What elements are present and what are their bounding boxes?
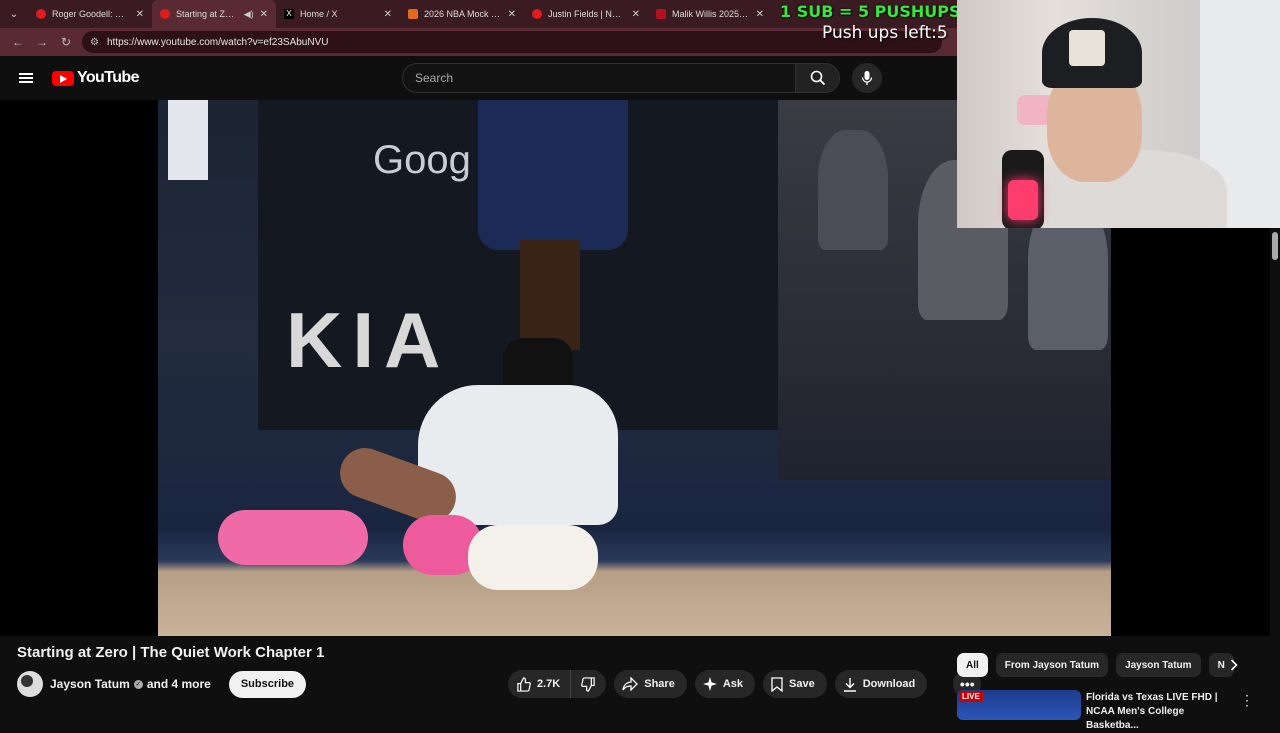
tab-label: Malik Willis 2025 Stat: [672, 9, 750, 19]
recommendation-item[interactable]: LIVE Florida vs Texas LIVE FHD | NCAA Me…: [957, 688, 1280, 731]
microphone-icon: [861, 71, 873, 85]
more-collaborators[interactable]: and 4 more: [147, 677, 211, 691]
ask-button[interactable]: Ask: [694, 670, 756, 698]
search-input[interactable]: Search: [402, 63, 796, 93]
chip-all[interactable]: All: [957, 653, 988, 677]
board-text: Goog: [373, 138, 471, 182]
share-button[interactable]: Share: [614, 670, 687, 698]
webcam-overlay: [957, 0, 1280, 228]
page-icon: [656, 9, 666, 19]
close-icon[interactable]: ✕: [508, 9, 516, 20]
browser-tab-active[interactable]: Starting at Zero | ◀) ✕: [152, 0, 276, 28]
white-shoe: [468, 525, 598, 590]
save-button[interactable]: Save: [763, 670, 827, 698]
tab-label: Justin Fields | NFL Co: [548, 9, 626, 19]
tab-label: 2026 NBA Mock Draft: [424, 9, 502, 19]
download-icon: [843, 677, 856, 692]
browser-tab[interactable]: Malik Willis 2025 Stat ✕: [648, 0, 772, 28]
player-shorts: [478, 100, 628, 250]
bookmark-icon: [771, 676, 783, 692]
page-icon: [408, 9, 418, 19]
chevron-right-icon: [1230, 659, 1238, 671]
channel-owner: Jayson Tatum ✓ and 4 more Subscribe: [17, 670, 307, 698]
overlay-pushups-text: Push ups left:5: [822, 23, 948, 43]
scrollbar[interactable]: [1270, 228, 1280, 720]
scrollbar-thumb[interactable]: [1272, 232, 1278, 260]
chip-from-channel[interactable]: From Jayson Tatum: [995, 653, 1109, 677]
search-button[interactable]: [796, 63, 840, 93]
youtube-header: YouTube Search: [0, 56, 957, 100]
browser-tab[interactable]: 2026 NBA Mock Draft ✕: [400, 0, 524, 28]
verified-icon: ✓: [133, 679, 143, 689]
download-button[interactable]: Download: [834, 670, 928, 698]
player-leg: [520, 240, 580, 350]
site-info-icon[interactable]: ⚙: [90, 37, 99, 48]
hat-logo: [1069, 30, 1105, 66]
like-dislike-group: 2.7K: [508, 670, 607, 698]
tab-label: Home / X: [300, 9, 338, 19]
chip-channel[interactable]: Jayson Tatum: [1116, 653, 1201, 677]
youtube-logo-text: YouTube: [77, 69, 139, 86]
recommendation-thumbnail[interactable]: LIVE: [957, 690, 1081, 720]
menu-icon[interactable]: [0, 56, 52, 100]
dislike-button[interactable]: [571, 670, 606, 698]
towel: [168, 100, 208, 180]
browser-tab[interactable]: X Home / X ✕: [276, 0, 400, 28]
webcam-lamp: [1002, 150, 1044, 228]
avatar[interactable]: [17, 671, 43, 697]
filter-chips: All From Jayson Tatum Jayson Tatum N: [957, 653, 1253, 677]
tab-label: Roger Goodell: NFL's: [52, 9, 130, 19]
url-field[interactable]: ⚙ https://www.youtube.com/watch?v=ef23SA…: [82, 31, 942, 53]
close-icon[interactable]: ✕: [384, 9, 392, 20]
tab-label: Starting at Zero |: [176, 9, 238, 19]
browser-tab[interactable]: Justin Fields | NFL Co ✕: [524, 0, 648, 28]
youtube-icon: [36, 9, 46, 19]
voice-search-button[interactable]: [852, 63, 882, 93]
forward-arrow-icon[interactable]: →: [30, 30, 54, 54]
video-title: Starting at Zero | The Quiet Work Chapte…: [17, 644, 325, 661]
close-icon[interactable]: ✕: [260, 9, 268, 20]
video-actions: 2.7K Share Ask Save Download •••: [508, 670, 982, 698]
live-badge: LIVE: [959, 691, 983, 702]
url-text: https://www.youtube.com/watch?v=ef23SAbu…: [106, 36, 329, 48]
tab-search-dropdown-icon[interactable]: ⌄: [0, 0, 28, 28]
pink-shoe: [218, 510, 368, 565]
save-label: Save: [789, 678, 815, 690]
browser-tab[interactable]: Roger Goodell: NFL's ✕: [28, 0, 152, 28]
search-icon: [810, 70, 825, 86]
channel-name[interactable]: Jayson Tatum: [50, 677, 130, 691]
thumbs-up-icon: [517, 676, 531, 692]
search-bar: Search: [402, 63, 840, 93]
board-text: KIA: [286, 296, 451, 384]
back-arrow-icon[interactable]: ←: [6, 30, 30, 54]
like-count: 2.7K: [537, 678, 561, 690]
sparkle-icon: [702, 677, 717, 691]
chips-next-button[interactable]: [1224, 655, 1244, 675]
youtube-logo[interactable]: YouTube: [52, 69, 139, 87]
share-label: Share: [644, 678, 675, 690]
speaker-icon[interactable]: ◀): [244, 9, 254, 20]
thumbs-down-icon: [581, 676, 595, 692]
like-button[interactable]: 2.7K: [508, 670, 572, 698]
close-icon[interactable]: ✕: [756, 9, 764, 20]
ask-label: Ask: [722, 678, 744, 690]
close-icon[interactable]: ✕: [632, 9, 640, 20]
more-vertical-icon[interactable]: ⋮: [1240, 692, 1254, 709]
download-label: Download: [862, 678, 916, 690]
youtube-icon: [532, 9, 542, 19]
reload-icon[interactable]: ↻: [54, 30, 78, 54]
spectator: [818, 130, 888, 250]
x-icon: X: [284, 9, 294, 19]
recommendation-title[interactable]: Florida vs Texas LIVE FHD | NCAA Men's C…: [1086, 691, 1236, 733]
search-placeholder: Search: [415, 71, 454, 85]
close-icon[interactable]: ✕: [136, 9, 144, 20]
youtube-play-icon: [52, 70, 74, 86]
share-icon: [622, 677, 639, 691]
youtube-icon: [160, 9, 170, 19]
subscribe-button[interactable]: Subscribe: [228, 670, 307, 698]
overlay-sub-text: 1 SUB = 5 PUSHUPS: [780, 2, 961, 21]
